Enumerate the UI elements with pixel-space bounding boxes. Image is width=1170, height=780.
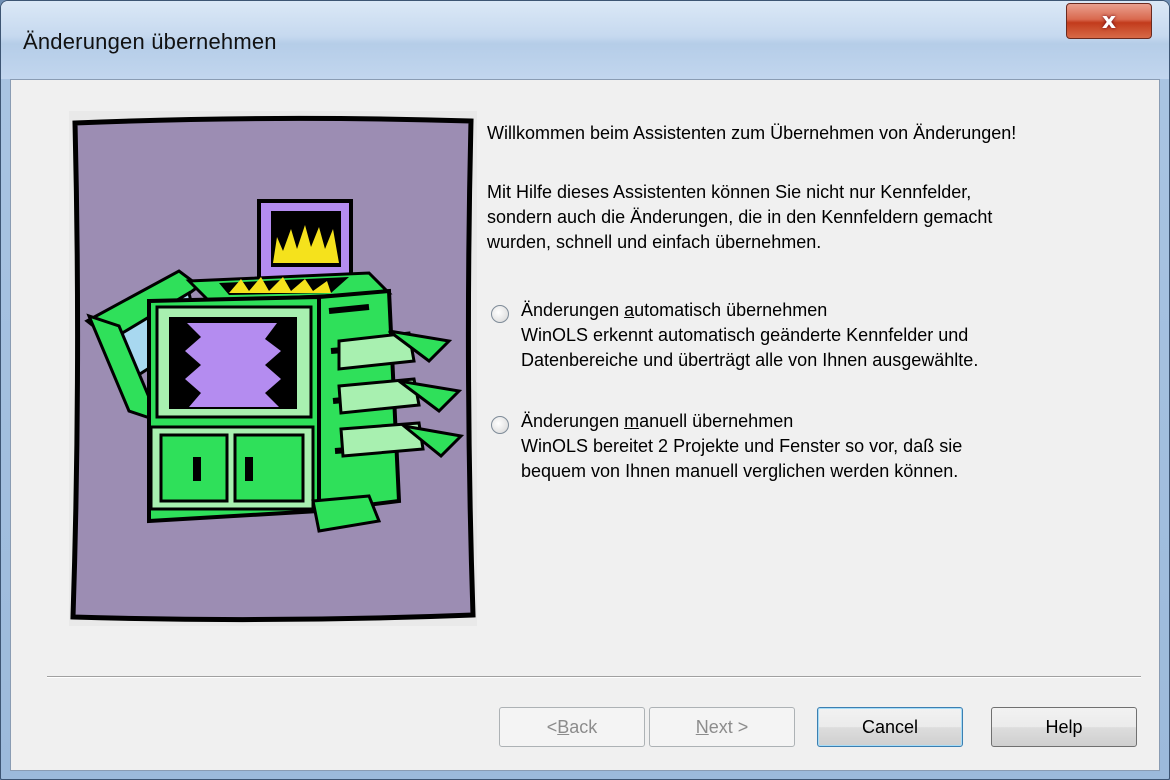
option-manual-desc-1: WinOLS bereitet 2 Projekte und Fenster s…	[521, 436, 963, 456]
option-automatic-label-end: utomatisch übernehmen	[634, 300, 828, 320]
dialog-window: Änderungen übernehmen x Willkommen beim …	[0, 0, 1170, 780]
option-manual-desc-2: bequem von Ihnen manuell verglichen werd…	[521, 461, 959, 481]
option-automatic-desc-2: Datenbereiche und überträgt alle von Ihn…	[521, 350, 979, 370]
button-separator	[47, 676, 1141, 678]
next-button-mnemonic: N	[695, 716, 709, 737]
printer-copier-illustration	[69, 111, 477, 626]
intro-line-1: Mit Hilfe dieses Assistenten können Sie …	[487, 182, 972, 202]
intro-line-2: sondern auch die Änderungen, die in den …	[487, 207, 993, 227]
option-automatic-label-start: Änderungen	[521, 300, 625, 320]
option-manual-label-end: anuell übernehmen	[639, 411, 794, 431]
next-button-rest: ext >	[708, 716, 749, 737]
option-manual-label-start: Änderungen	[521, 411, 625, 431]
close-button[interactable]: x	[1066, 3, 1152, 39]
help-button[interactable]: Help	[991, 707, 1137, 747]
welcome-heading: Willkommen beim Assistenten zum Übernehm…	[487, 123, 1017, 143]
cancel-button[interactable]: Cancel	[817, 707, 963, 747]
window-title: Änderungen übernehmen	[23, 29, 277, 54]
option-manual-mnemonic: m	[624, 411, 640, 431]
option-manual-label[interactable]: Änderungen manuell übernehmen	[521, 409, 793, 434]
intro-line-3: wurden, schnell und einfach übernehmen.	[487, 232, 822, 252]
back-button-mnemonic: B	[557, 716, 570, 737]
option-automatic-desc-1: WinOLS erkennt automatisch geänderte Ken…	[521, 325, 969, 345]
radio-automatic[interactable]	[491, 305, 509, 323]
dialog-client-area: Willkommen beim Assistenten zum Übernehm…	[10, 79, 1160, 771]
back-button-prefix: <	[546, 716, 558, 737]
close-icon: x	[1101, 8, 1117, 34]
option-automatic-mnemonic: a	[624, 300, 635, 320]
back-button[interactable]: < Back	[499, 707, 645, 747]
title-bar: Änderungen übernehmen x	[1, 1, 1169, 79]
next-button[interactable]: Next >	[649, 707, 795, 747]
radio-manual[interactable]	[491, 416, 509, 434]
option-automatic-label[interactable]: Änderungen automatisch übernehmen	[521, 298, 827, 323]
back-button-rest: ack	[569, 716, 598, 737]
